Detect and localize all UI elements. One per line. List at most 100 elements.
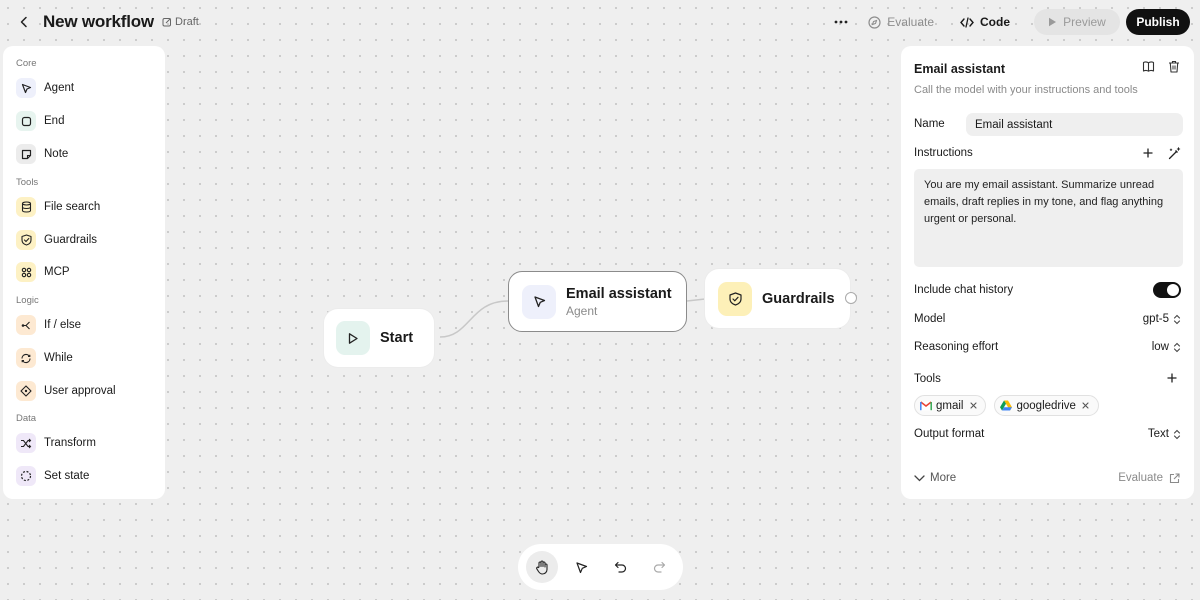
reasoning-effort-value: low	[1151, 341, 1169, 353]
palette-item-mcp[interactable]: MCP	[16, 261, 70, 283]
note-icon	[16, 144, 36, 164]
redo-button[interactable]	[643, 551, 675, 583]
preview-label: Preview	[1063, 15, 1106, 29]
node-title: Guardrails	[762, 290, 835, 307]
palette-item-label: File search	[44, 201, 101, 213]
workflow-title[interactable]: New workflow	[43, 12, 154, 32]
evaluate-link[interactable]: Evaluate	[1118, 472, 1180, 484]
model-label: Model	[914, 313, 946, 325]
undo-button[interactable]	[604, 551, 636, 583]
node-subtitle: Agent	[566, 303, 598, 318]
palette-item-label: End	[44, 115, 65, 127]
generate-instructions-button[interactable]	[1166, 145, 1182, 161]
palette-item-label: While	[44, 352, 73, 364]
branch-icon	[16, 315, 36, 335]
chevron-up-down-icon	[1173, 429, 1181, 439]
palette-item-file-search[interactable]: File search	[16, 196, 100, 218]
palette-item-label: Transform	[44, 437, 96, 449]
stop-icon	[16, 111, 36, 131]
palette-item-guardrails[interactable]: Guardrails	[16, 229, 97, 251]
pan-tool-button[interactable]	[526, 551, 558, 583]
add-tool-button[interactable]	[1165, 371, 1179, 385]
node-start[interactable]: Start	[324, 309, 434, 367]
chevron-up-down-icon	[1173, 342, 1181, 352]
canvas-toolbar	[518, 544, 683, 590]
back-button[interactable]	[14, 12, 34, 32]
palette-item-while[interactable]: While	[16, 347, 73, 369]
tool-chip-gmail[interactable]: gmail	[914, 395, 987, 416]
edge-start-to-agent	[439, 300, 509, 338]
reasoning-effort-select[interactable]: low	[1152, 341, 1181, 353]
shield-icon	[16, 230, 36, 250]
cursor-icon	[16, 78, 36, 98]
grid-icon	[16, 262, 36, 282]
tool-chips: gmail googledrive	[914, 395, 1099, 416]
node-palette: Core Agent End Note Tools File search Gu…	[3, 46, 165, 499]
palette-item-agent[interactable]: Agent	[16, 77, 74, 99]
output-format-value: Text	[1147, 428, 1169, 440]
publish-button[interactable]: Publish	[1126, 9, 1190, 35]
code-button[interactable]: Code	[960, 15, 1010, 29]
draft-badge: Draft	[162, 16, 199, 28]
shield-icon	[718, 281, 752, 316]
output-format-select[interactable]: Text	[1148, 428, 1181, 440]
section-label-data: Data	[16, 413, 37, 424]
compass-icon	[868, 15, 881, 29]
magic-wand-icon	[1168, 146, 1180, 159]
palette-item-note[interactable]: Note	[16, 143, 68, 165]
select-tool-button[interactable]	[565, 551, 597, 583]
instructions-actions	[1140, 145, 1182, 161]
palette-item-end[interactable]: End	[16, 110, 64, 132]
cursor-icon	[575, 561, 587, 573]
palette-item-transform[interactable]: Transform	[16, 432, 96, 454]
draft-label: Draft	[175, 16, 199, 28]
palette-item-label: Guardrails	[44, 234, 98, 246]
tools-label: Tools	[914, 373, 941, 385]
play-icon	[1049, 17, 1057, 27]
close-icon	[1082, 402, 1090, 409]
palette-item-label: Note	[44, 148, 69, 160]
evaluate-button[interactable]: Evaluate	[868, 15, 934, 29]
node-title: Email assistant	[566, 285, 672, 302]
dashed-circle-icon	[16, 466, 36, 486]
node-inspector-panel: Email assistant Call the model with your…	[901, 46, 1194, 499]
output-port-handle[interactable]	[845, 292, 857, 304]
chat-history-toggle[interactable]	[1153, 282, 1181, 298]
palette-item-set-state[interactable]: Set state	[16, 465, 89, 487]
instructions-textarea[interactable]: You are my email assistant. Summarize un…	[914, 169, 1183, 267]
google-drive-icon	[1000, 400, 1013, 411]
remove-tool-button[interactable]	[967, 400, 979, 412]
plus-icon	[1143, 148, 1153, 158]
reasoning-effort-label: Reasoning effort	[914, 341, 999, 353]
section-label-tools: Tools	[16, 177, 39, 188]
code-icon	[960, 16, 974, 28]
preview-button[interactable]: Preview	[1034, 9, 1120, 35]
node-agent[interactable]: Email assistant Agent	[508, 271, 687, 332]
more-options-button[interactable]	[828, 9, 854, 35]
node-guardrails[interactable]: Guardrails	[705, 269, 857, 328]
more-options-toggle[interactable]: More	[914, 472, 956, 484]
tool-chip-googledrive[interactable]: googledrive	[994, 395, 1099, 416]
model-select[interactable]: gpt-5	[1143, 313, 1181, 325]
chevron-left-icon	[20, 16, 27, 28]
palette-item-user-approval[interactable]: User approval	[16, 380, 116, 402]
section-label-logic: Logic	[16, 295, 39, 306]
name-input[interactable]	[966, 113, 1183, 136]
header-actions: Evaluate Code Preview Publish	[828, 9, 1190, 35]
remove-tool-button[interactable]	[1080, 400, 1092, 412]
panel-title: Email assistant	[914, 62, 1006, 76]
external-link-icon	[1169, 472, 1180, 483]
section-label-core: Core	[16, 58, 37, 69]
loop-icon	[16, 348, 36, 368]
add-instruction-button[interactable]	[1140, 145, 1156, 161]
node-title: Start	[380, 330, 414, 346]
chevron-down-icon	[914, 474, 925, 481]
chat-history-label: Include chat history	[914, 284, 1014, 296]
approval-icon	[16, 381, 36, 401]
docs-button[interactable]	[1140, 58, 1156, 74]
palette-item-if-else[interactable]: If / else	[16, 314, 81, 336]
trash-icon	[1169, 60, 1179, 73]
plus-icon	[1167, 373, 1177, 383]
model-value: gpt-5	[1142, 313, 1169, 325]
delete-node-button[interactable]	[1166, 58, 1182, 74]
